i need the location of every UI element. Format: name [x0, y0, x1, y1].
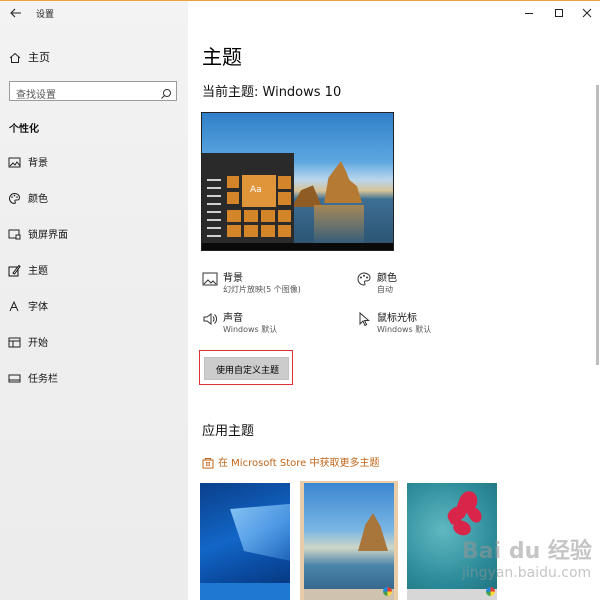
- home-icon: [9, 49, 21, 63]
- preview-tile-aa: Aa: [242, 175, 276, 207]
- sound-setting[interactable]: 声音 Windows 默认: [202, 309, 342, 339]
- cursor-icon: [356, 311, 372, 327]
- current-theme-label: 当前主题: Windows 10: [202, 85, 342, 100]
- palette-icon: [8, 190, 21, 205]
- sidebar-item-themes[interactable]: 主题: [0, 256, 188, 282]
- sound-title: 声音: [223, 313, 243, 324]
- main-content: 主题 当前主题: Windows 10 Aa 背景 幻灯片放映(5 个图像) 颜…: [188, 1, 600, 600]
- color-title: 颜色: [377, 273, 397, 284]
- watermark-sub: jingyan.baidu.com: [462, 565, 592, 581]
- watermark-logo: Bai du 经验: [462, 539, 592, 564]
- lockscreen-icon: [8, 226, 21, 240]
- use-custom-theme-button[interactable]: 使用自定义主题: [204, 357, 289, 380]
- sound-value: Windows 默认: [223, 325, 278, 334]
- color-value: 自动: [377, 285, 393, 294]
- start-icon: [8, 334, 21, 348]
- preview-tile-text: Aa: [250, 185, 262, 195]
- sidebar-item-home[interactable]: 主页: [0, 45, 188, 67]
- search-input[interactable]: 查找设置: [9, 81, 177, 101]
- section-label: 个性化: [9, 124, 39, 135]
- use-custom-theme-label: 使用自定义主题: [215, 366, 279, 376]
- page-title: 主题: [202, 45, 242, 69]
- sidebar-item-fonts[interactable]: 字体: [0, 292, 188, 318]
- sidebar-item-label: 背景: [28, 158, 48, 169]
- sidebar-item-colors[interactable]: 颜色: [0, 184, 188, 210]
- cursor-title: 鼠标光标: [377, 313, 417, 324]
- store-bag-icon: [202, 454, 214, 469]
- taskbar-icon: [8, 370, 21, 383]
- cursor-value: Windows 默认: [377, 325, 432, 334]
- color-setting[interactable]: 颜色 自动: [356, 269, 476, 299]
- background-value: 幻灯片放映(5 个图像): [223, 285, 301, 294]
- titlebar-left: 设置: [0, 1, 188, 25]
- sidebar-item-label: 主页: [28, 51, 50, 64]
- palette-icon: [356, 271, 372, 287]
- app-title: 设置: [36, 10, 55, 20]
- sidebar-item-label: 锁屏界面: [28, 230, 68, 241]
- sidebar-item-taskbar[interactable]: 任务栏: [0, 364, 188, 390]
- theme-tile-beach[interactable]: [304, 483, 394, 600]
- sidebar-item-lockscreen[interactable]: 锁屏界面: [0, 220, 188, 246]
- sidebar: 设置 主页 查找设置 个性化 背景 颜色 锁屏界面 主题 字体 开始 任务栏: [0, 1, 188, 600]
- speaker-icon: [202, 311, 218, 327]
- cursor-setting[interactable]: 鼠标光标 Windows 默认: [356, 309, 476, 339]
- sidebar-item-label: 字体: [28, 302, 48, 313]
- scrollbar[interactable]: [596, 85, 599, 365]
- settings-window: 设置 主页 查找设置 个性化 背景 颜色 锁屏界面 主题 字体 开始 任务栏 主…: [0, 0, 600, 600]
- color-wheel-icon: [383, 587, 392, 596]
- sidebar-item-start[interactable]: 开始: [0, 328, 188, 354]
- search-placeholder: 查找设置: [16, 90, 56, 101]
- back-arrow-icon[interactable]: [9, 5, 23, 19]
- apply-theme-heading: 应用主题: [202, 424, 255, 439]
- image-icon: [202, 271, 218, 287]
- sidebar-item-background[interactable]: 背景: [0, 148, 188, 174]
- sidebar-item-label: 开始: [28, 338, 48, 349]
- watermark: Bai du 经验 jingyan.baidu.com: [462, 533, 592, 589]
- sidebar-item-label: 颜色: [28, 194, 48, 205]
- store-link-label: 在 Microsoft Store 中获取更多主题: [218, 458, 380, 469]
- sidebar-item-label: 任务栏: [28, 374, 58, 385]
- theme-preview: Aa: [201, 112, 394, 251]
- background-setting[interactable]: 背景 幻灯片放映(5 个图像): [202, 269, 342, 299]
- theme-brush-icon: [8, 262, 21, 277]
- font-icon: [8, 298, 21, 312]
- sidebar-item-label: 主题: [28, 266, 48, 277]
- search-icon[interactable]: [160, 85, 172, 99]
- preview-start-menu: Aa: [202, 153, 294, 245]
- theme-tile-windows-10[interactable]: [200, 483, 290, 600]
- background-title: 背景: [223, 273, 243, 284]
- image-icon: [8, 154, 21, 168]
